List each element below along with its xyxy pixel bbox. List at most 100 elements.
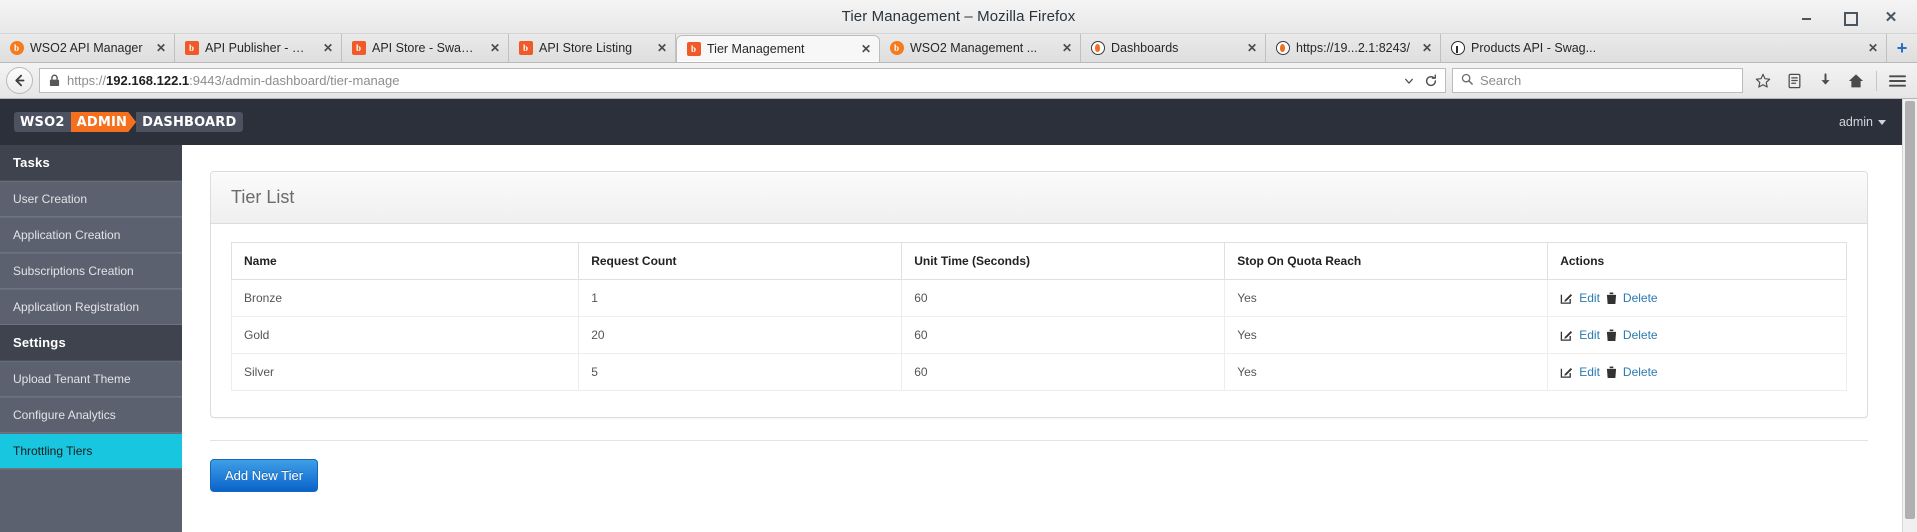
window-title: Tier Management – Mozilla Firefox — [841, 8, 1076, 25]
sidebar-item-subscriptions-creation[interactable]: Subscriptions Creation — [0, 253, 182, 289]
search-input[interactable]: Search — [1480, 73, 1521, 88]
browser-tab-6[interactable]: WSO2 Management ... ✕ — [880, 34, 1081, 62]
tab-label: API Publisher - Mana... — [205, 41, 313, 55]
sidebar-filler — [0, 469, 182, 532]
browser-tab-5-active[interactable]: Tier Management ✕ — [676, 35, 880, 62]
tab-label: https://19...2.1:8243/ — [1296, 41, 1410, 55]
browser-tab-8[interactable]: https://19...2.1:8243/ ✕ — [1266, 34, 1441, 62]
tab-close-icon[interactable]: ✕ — [323, 42, 333, 54]
cell-unit-time: 60 — [901, 316, 1226, 354]
chevron-down-icon — [1878, 119, 1886, 125]
tab-close-icon[interactable]: ✕ — [1062, 42, 1072, 54]
section-divider — [210, 440, 1868, 441]
cell-name: Bronze — [230, 279, 580, 317]
url-bar[interactable]: https://192.168.122.1:9443/admin-dashboa… — [39, 68, 1446, 93]
cell-stop-on-quota: Yes — [1224, 279, 1549, 317]
download-icon[interactable] — [1811, 67, 1839, 95]
home-icon[interactable] — [1842, 67, 1870, 95]
back-arrow-icon[interactable] — [6, 67, 33, 94]
tab-close-icon[interactable]: ✕ — [1247, 42, 1257, 54]
web-page: WSO2 ADMIN DASHBOARD admin Tasks User Cr… — [0, 99, 1902, 532]
delete-link[interactable]: Delete — [1623, 365, 1658, 379]
tab-close-icon[interactable]: ✕ — [1868, 42, 1878, 54]
user-menu[interactable]: admin — [1839, 115, 1886, 129]
logo-text-wso2: WSO2 — [14, 112, 71, 132]
tab-label: API Store Listing — [539, 41, 633, 55]
edit-icon[interactable] — [1560, 366, 1573, 379]
tab-close-icon[interactable]: ✕ — [657, 42, 667, 54]
sidebar-heading-settings: Settings — [0, 325, 182, 361]
cell-stop-on-quota: Yes — [1224, 353, 1549, 391]
delete-link[interactable]: Delete — [1623, 328, 1658, 342]
table-header-row: Name Request Count Unit Time (Seconds) S… — [230, 242, 1847, 280]
browser-tabstrip: WSO2 API Manager ✕ API Publisher - Mana.… — [0, 34, 1917, 63]
search-icon — [1461, 72, 1473, 90]
sidebar-item-upload-tenant-theme[interactable]: Upload Tenant Theme — [0, 361, 182, 397]
wso2-square-icon — [686, 42, 701, 57]
wso2-square-icon — [351, 41, 366, 56]
cell-name: Gold — [230, 316, 580, 354]
browser-navbar: https://192.168.122.1:9443/admin-dashboa… — [0, 63, 1917, 99]
browser-tab-1[interactable]: WSO2 API Manager ✕ — [0, 34, 175, 62]
wso2-admin-dashboard-logo[interactable]: WSO2 ADMIN DASHBOARD — [14, 112, 243, 132]
browser-tab-2[interactable]: API Publisher - Mana... ✕ — [175, 34, 342, 62]
tab-close-icon[interactable]: ✕ — [1422, 42, 1432, 54]
minimize-button[interactable] — [1799, 9, 1815, 25]
url-input[interactable]: https://192.168.122.1:9443/admin-dashboa… — [67, 73, 1395, 88]
trash-icon[interactable] — [1606, 292, 1617, 305]
tab-close-icon[interactable]: ✕ — [156, 42, 166, 54]
add-new-tier-button[interactable]: Add New Tier — [210, 459, 319, 492]
content-area: Tasks User Creation Application Creation… — [0, 145, 1902, 532]
sidebar-item-configure-analytics[interactable]: Configure Analytics — [0, 397, 182, 433]
tier-list-table: Name Request Count Unit Time (Seconds) S… — [230, 242, 1847, 391]
url-path: :9443/admin-dashboard/tier-manage — [189, 73, 400, 88]
browser-tab-4[interactable]: API Store Listing ✕ — [509, 34, 676, 62]
scrollbar-thumb[interactable] — [1905, 101, 1915, 519]
cell-actions: Edit Delete — [1547, 316, 1847, 354]
trash-icon[interactable] — [1606, 329, 1617, 342]
url-host: 192.168.122.1 — [106, 73, 190, 88]
cell-name: Silver — [230, 353, 580, 391]
sidebar-item-application-registration[interactable]: Application Registration — [0, 289, 182, 325]
hamburger-menu-icon[interactable] — [1883, 67, 1911, 95]
sidebar-item-user-creation[interactable]: User Creation — [0, 181, 182, 217]
star-icon[interactable] — [1749, 67, 1777, 95]
sidebar-item-application-creation[interactable]: Application Creation — [0, 217, 182, 253]
tab-label: API Store - Swagger... — [372, 41, 480, 55]
window-controls: ✕ — [1799, 0, 1909, 34]
library-icon[interactable] — [1780, 67, 1808, 95]
page-scrollbar[interactable] — [1902, 99, 1917, 532]
edit-link[interactable]: Edit — [1579, 365, 1600, 379]
chevron-down-icon[interactable] — [1399, 70, 1419, 92]
tab-label: Products API - Swag... — [1471, 41, 1597, 55]
sidebar-item-throttling-tiers[interactable]: Throttling Tiers — [0, 433, 182, 469]
edit-link[interactable]: Edit — [1579, 291, 1600, 305]
edit-link[interactable]: Edit — [1579, 328, 1600, 342]
browser-tab-7[interactable]: Dashboards ✕ — [1081, 34, 1266, 62]
navbar-divider — [1876, 70, 1877, 91]
maximize-button[interactable] — [1841, 9, 1858, 26]
edit-icon[interactable] — [1560, 329, 1573, 342]
edit-icon[interactable] — [1560, 292, 1573, 305]
tab-close-icon[interactable]: ✕ — [490, 42, 500, 54]
search-bar[interactable]: Search — [1452, 68, 1743, 93]
column-header-request-count: Request Count — [578, 242, 903, 280]
tab-label: WSO2 API Manager — [30, 41, 143, 55]
cell-actions: Edit Delete — [1547, 353, 1847, 391]
panel-body: Name Request Count Unit Time (Seconds) S… — [211, 224, 1867, 417]
new-tab-button[interactable]: + — [1887, 34, 1917, 62]
flame-icon — [1275, 41, 1290, 56]
browser-tab-9[interactable]: Products API - Swag... ✕ — [1441, 34, 1887, 62]
wso2-square-icon — [518, 41, 533, 56]
reload-icon[interactable] — [1421, 70, 1441, 92]
table-row: Bronze 1 60 Yes Edit Delete — [230, 279, 1847, 317]
tab-close-icon[interactable]: ✕ — [861, 43, 871, 55]
close-window-button[interactable]: ✕ — [1883, 9, 1899, 25]
panel-title: Tier List — [211, 172, 1867, 224]
browser-tab-3[interactable]: API Store - Swagger... ✕ — [342, 34, 509, 62]
logo-text-dashboard: DASHBOARD — [136, 112, 243, 132]
delete-link[interactable]: Delete — [1623, 291, 1658, 305]
window-titlebar: Tier Management – Mozilla Firefox ✕ — [0, 0, 1917, 34]
sidebar: Tasks User Creation Application Creation… — [0, 145, 182, 532]
trash-icon[interactable] — [1606, 366, 1617, 379]
